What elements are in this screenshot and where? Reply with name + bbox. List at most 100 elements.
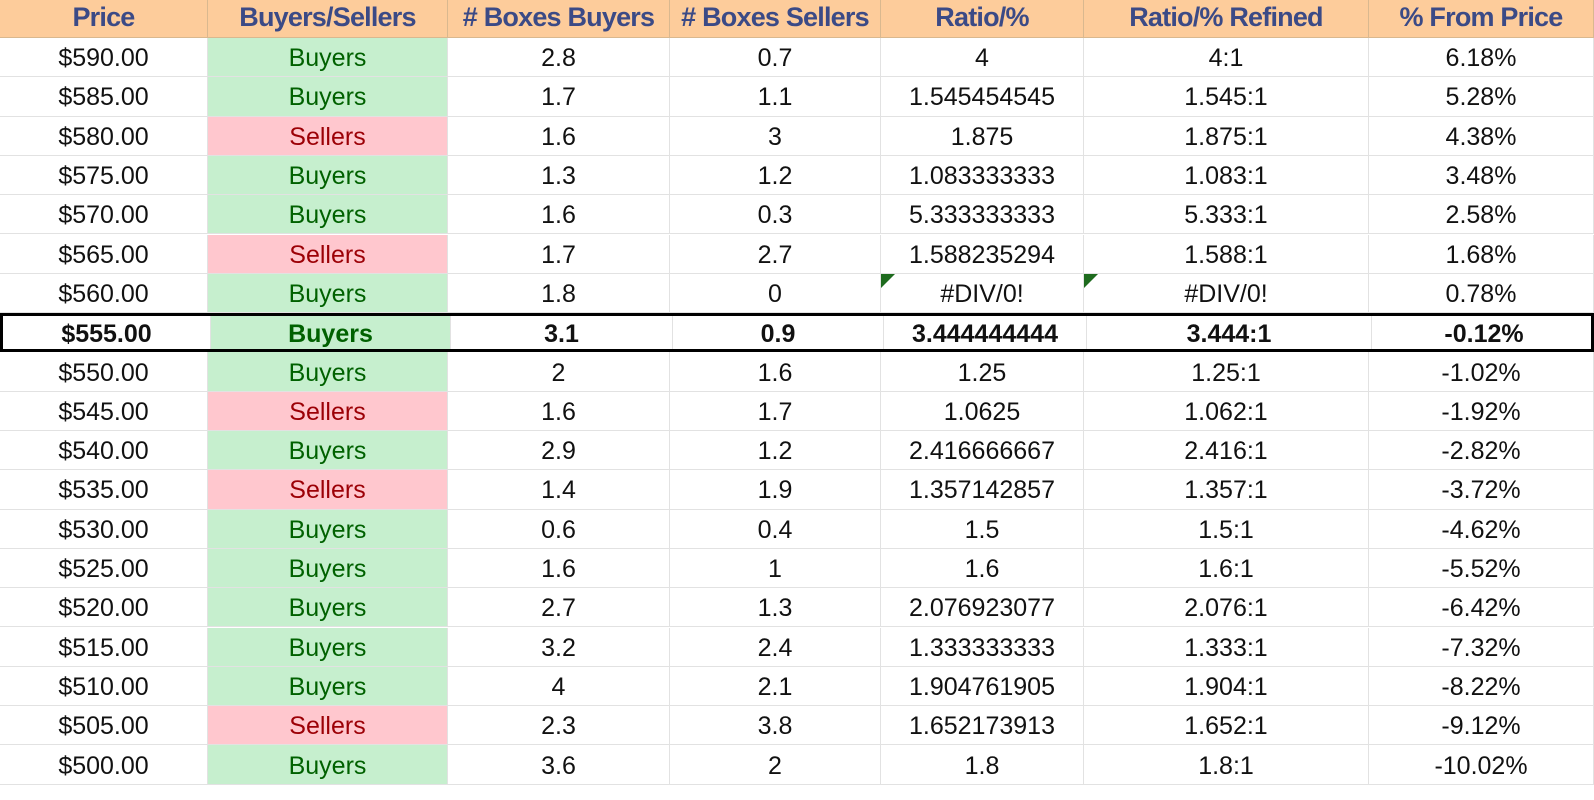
cell-from-price[interactable]: -7.32% bbox=[1369, 627, 1594, 666]
cell-boxes-buyers[interactable]: 2.9 bbox=[448, 431, 670, 470]
cell-boxes-sellers[interactable]: 1.6 bbox=[670, 352, 881, 391]
cell-ratio-refined[interactable]: 1.875:1 bbox=[1084, 116, 1369, 155]
error-indicator-icon[interactable] bbox=[881, 273, 895, 288]
cell-from-price[interactable]: -0.12% bbox=[1372, 316, 1594, 349]
cell-ratio-refined[interactable]: 1.5:1 bbox=[1084, 509, 1369, 548]
cell-price[interactable]: $515.00 bbox=[0, 627, 208, 666]
cell-price[interactable]: $510.00 bbox=[0, 666, 208, 706]
header-buyers-sellers[interactable]: Buyers/Sellers bbox=[208, 0, 448, 37]
cell-price[interactable]: $575.00 bbox=[0, 155, 208, 195]
cell-price[interactable]: $565.00 bbox=[0, 234, 208, 273]
cell-ratio[interactable]: 1.875 bbox=[881, 116, 1084, 155]
cell-ratio-refined[interactable]: 1.8:1 bbox=[1084, 745, 1369, 784]
cell-price[interactable]: $550.00 bbox=[0, 352, 208, 391]
cell-boxes-buyers[interactable]: 1.6 bbox=[448, 116, 670, 155]
cell-boxes-sellers[interactable]: 3 bbox=[670, 116, 881, 155]
header-boxes-sellers[interactable]: # Boxes Sellers bbox=[670, 0, 881, 37]
cell-ratio[interactable]: 1.5 bbox=[881, 509, 1084, 548]
cell-side[interactable]: Buyers bbox=[208, 77, 448, 116]
cell-ratio-refined[interactable]: 1.083:1 bbox=[1084, 155, 1369, 195]
cell-boxes-sellers[interactable]: 1.3 bbox=[670, 588, 881, 627]
cell-from-price[interactable]: 2.58% bbox=[1369, 195, 1594, 234]
cell-ratio-refined[interactable]: 1.6:1 bbox=[1084, 548, 1369, 588]
cell-boxes-buyers[interactable]: 1.8 bbox=[448, 273, 670, 313]
cell-from-price[interactable]: -10.02% bbox=[1369, 745, 1594, 784]
cell-boxes-buyers[interactable]: 2 bbox=[448, 352, 670, 391]
cell-ratio-refined[interactable]: 1.904:1 bbox=[1084, 666, 1369, 706]
cell-side[interactable]: Sellers bbox=[208, 391, 448, 430]
cell-side[interactable]: Buyers bbox=[208, 195, 448, 234]
cell-side[interactable]: Buyers bbox=[208, 666, 448, 706]
cell-boxes-sellers[interactable]: 1.1 bbox=[670, 77, 881, 116]
cell-boxes-buyers[interactable]: 1.7 bbox=[448, 77, 670, 116]
cell-ratio[interactable]: 1.545454545 bbox=[881, 77, 1084, 116]
cell-boxes-sellers[interactable]: 0.3 bbox=[670, 195, 881, 234]
cell-boxes-sellers[interactable]: 1.2 bbox=[670, 431, 881, 470]
cell-price[interactable]: $520.00 bbox=[0, 588, 208, 627]
cell-boxes-buyers[interactable]: 3.2 bbox=[448, 627, 670, 666]
cell-ratio[interactable]: 1.588235294 bbox=[881, 234, 1084, 273]
cell-ratio-refined[interactable]: 1.588:1 bbox=[1084, 234, 1369, 273]
cell-boxes-buyers[interactable]: 1.7 bbox=[448, 234, 670, 273]
cell-price[interactable]: $545.00 bbox=[0, 391, 208, 430]
cell-boxes-sellers[interactable]: 2.7 bbox=[670, 234, 881, 273]
cell-price[interactable]: $570.00 bbox=[0, 195, 208, 234]
header-price[interactable]: Price bbox=[0, 0, 208, 37]
cell-ratio-refined[interactable]: 1.545:1 bbox=[1084, 77, 1369, 116]
cell-ratio[interactable]: 3.444444444 bbox=[884, 316, 1087, 350]
cell-boxes-buyers[interactable]: 2.8 bbox=[448, 38, 670, 77]
cell-boxes-sellers[interactable]: 1.2 bbox=[670, 155, 881, 195]
header-ratio[interactable]: Ratio/% bbox=[881, 0, 1084, 37]
cell-ratio[interactable]: 1.333333333 bbox=[881, 627, 1084, 666]
cell-price[interactable]: $555.00 bbox=[3, 316, 211, 350]
cell-from-price[interactable]: 4.38% bbox=[1369, 116, 1594, 155]
cell-price[interactable]: $500.00 bbox=[0, 745, 208, 784]
cell-price[interactable]: $560.00 bbox=[0, 273, 208, 313]
cell-ratio-refined[interactable]: 3.444:1 bbox=[1087, 316, 1372, 350]
cell-from-price[interactable]: -6.42% bbox=[1369, 588, 1594, 627]
cell-from-price[interactable]: 0.78% bbox=[1369, 273, 1594, 313]
cell-ratio[interactable]: 5.333333333 bbox=[881, 195, 1084, 234]
cell-ratio-refined[interactable]: 1.357:1 bbox=[1084, 470, 1369, 509]
cell-boxes-sellers[interactable]: 0.9 bbox=[673, 316, 884, 350]
cell-boxes-buyers[interactable]: 1.6 bbox=[448, 548, 670, 588]
cell-price[interactable]: $540.00 bbox=[0, 431, 208, 470]
cell-ratio[interactable]: 1.357142857 bbox=[881, 470, 1084, 509]
cell-price[interactable]: $585.00 bbox=[0, 77, 208, 116]
cell-boxes-buyers[interactable]: 4 bbox=[448, 666, 670, 706]
cell-from-price[interactable]: -9.12% bbox=[1369, 706, 1594, 745]
cell-from-price[interactable]: 3.48% bbox=[1369, 155, 1594, 195]
cell-boxes-buyers[interactable]: 1.3 bbox=[448, 155, 670, 195]
cell-ratio-refined[interactable]: 5.333:1 bbox=[1084, 195, 1369, 234]
cell-ratio[interactable]: 4 bbox=[881, 38, 1084, 77]
header-ratio-refined[interactable]: Ratio/% Refined bbox=[1084, 0, 1369, 37]
cell-boxes-buyers[interactable]: 1.4 bbox=[448, 470, 670, 509]
cell-ratio-refined[interactable]: 4:1 bbox=[1084, 38, 1369, 77]
cell-side[interactable]: Sellers bbox=[208, 234, 448, 273]
cell-boxes-sellers[interactable]: 2.1 bbox=[670, 666, 881, 706]
cell-from-price[interactable]: -1.02% bbox=[1369, 352, 1594, 391]
cell-ratio-refined[interactable]: #DIV/0! bbox=[1084, 273, 1369, 313]
cell-price[interactable]: $525.00 bbox=[0, 548, 208, 588]
cell-price[interactable]: $530.00 bbox=[0, 509, 208, 548]
cell-boxes-sellers[interactable]: 2 bbox=[670, 745, 881, 784]
cell-from-price[interactable]: 5.28% bbox=[1369, 77, 1594, 116]
cell-ratio[interactable]: 1.652173913 bbox=[881, 706, 1084, 745]
cell-side[interactable]: Buyers bbox=[208, 273, 448, 313]
cell-boxes-buyers[interactable]: 2.3 bbox=[448, 706, 670, 745]
cell-boxes-sellers[interactable]: 0 bbox=[670, 273, 881, 313]
cell-boxes-sellers[interactable]: 2.4 bbox=[670, 627, 881, 666]
cell-boxes-buyers[interactable]: 3.6 bbox=[448, 745, 670, 784]
cell-from-price[interactable]: -2.82% bbox=[1369, 431, 1594, 470]
cell-from-price[interactable]: -8.22% bbox=[1369, 666, 1594, 706]
cell-boxes-buyers[interactable]: 0.6 bbox=[448, 509, 670, 548]
cell-ratio-refined[interactable]: 1.333:1 bbox=[1084, 627, 1369, 666]
header-boxes-buyers[interactable]: # Boxes Buyers bbox=[448, 0, 670, 37]
cell-ratio[interactable]: 1.25 bbox=[881, 352, 1084, 391]
cell-ratio[interactable]: 1.904761905 bbox=[881, 666, 1084, 706]
cell-side[interactable]: Buyers bbox=[208, 509, 448, 548]
cell-boxes-buyers[interactable]: 1.6 bbox=[448, 391, 670, 430]
cell-side[interactable]: Buyers bbox=[208, 352, 448, 391]
cell-from-price[interactable]: 1.68% bbox=[1369, 234, 1594, 273]
cell-price[interactable]: $535.00 bbox=[0, 470, 208, 509]
